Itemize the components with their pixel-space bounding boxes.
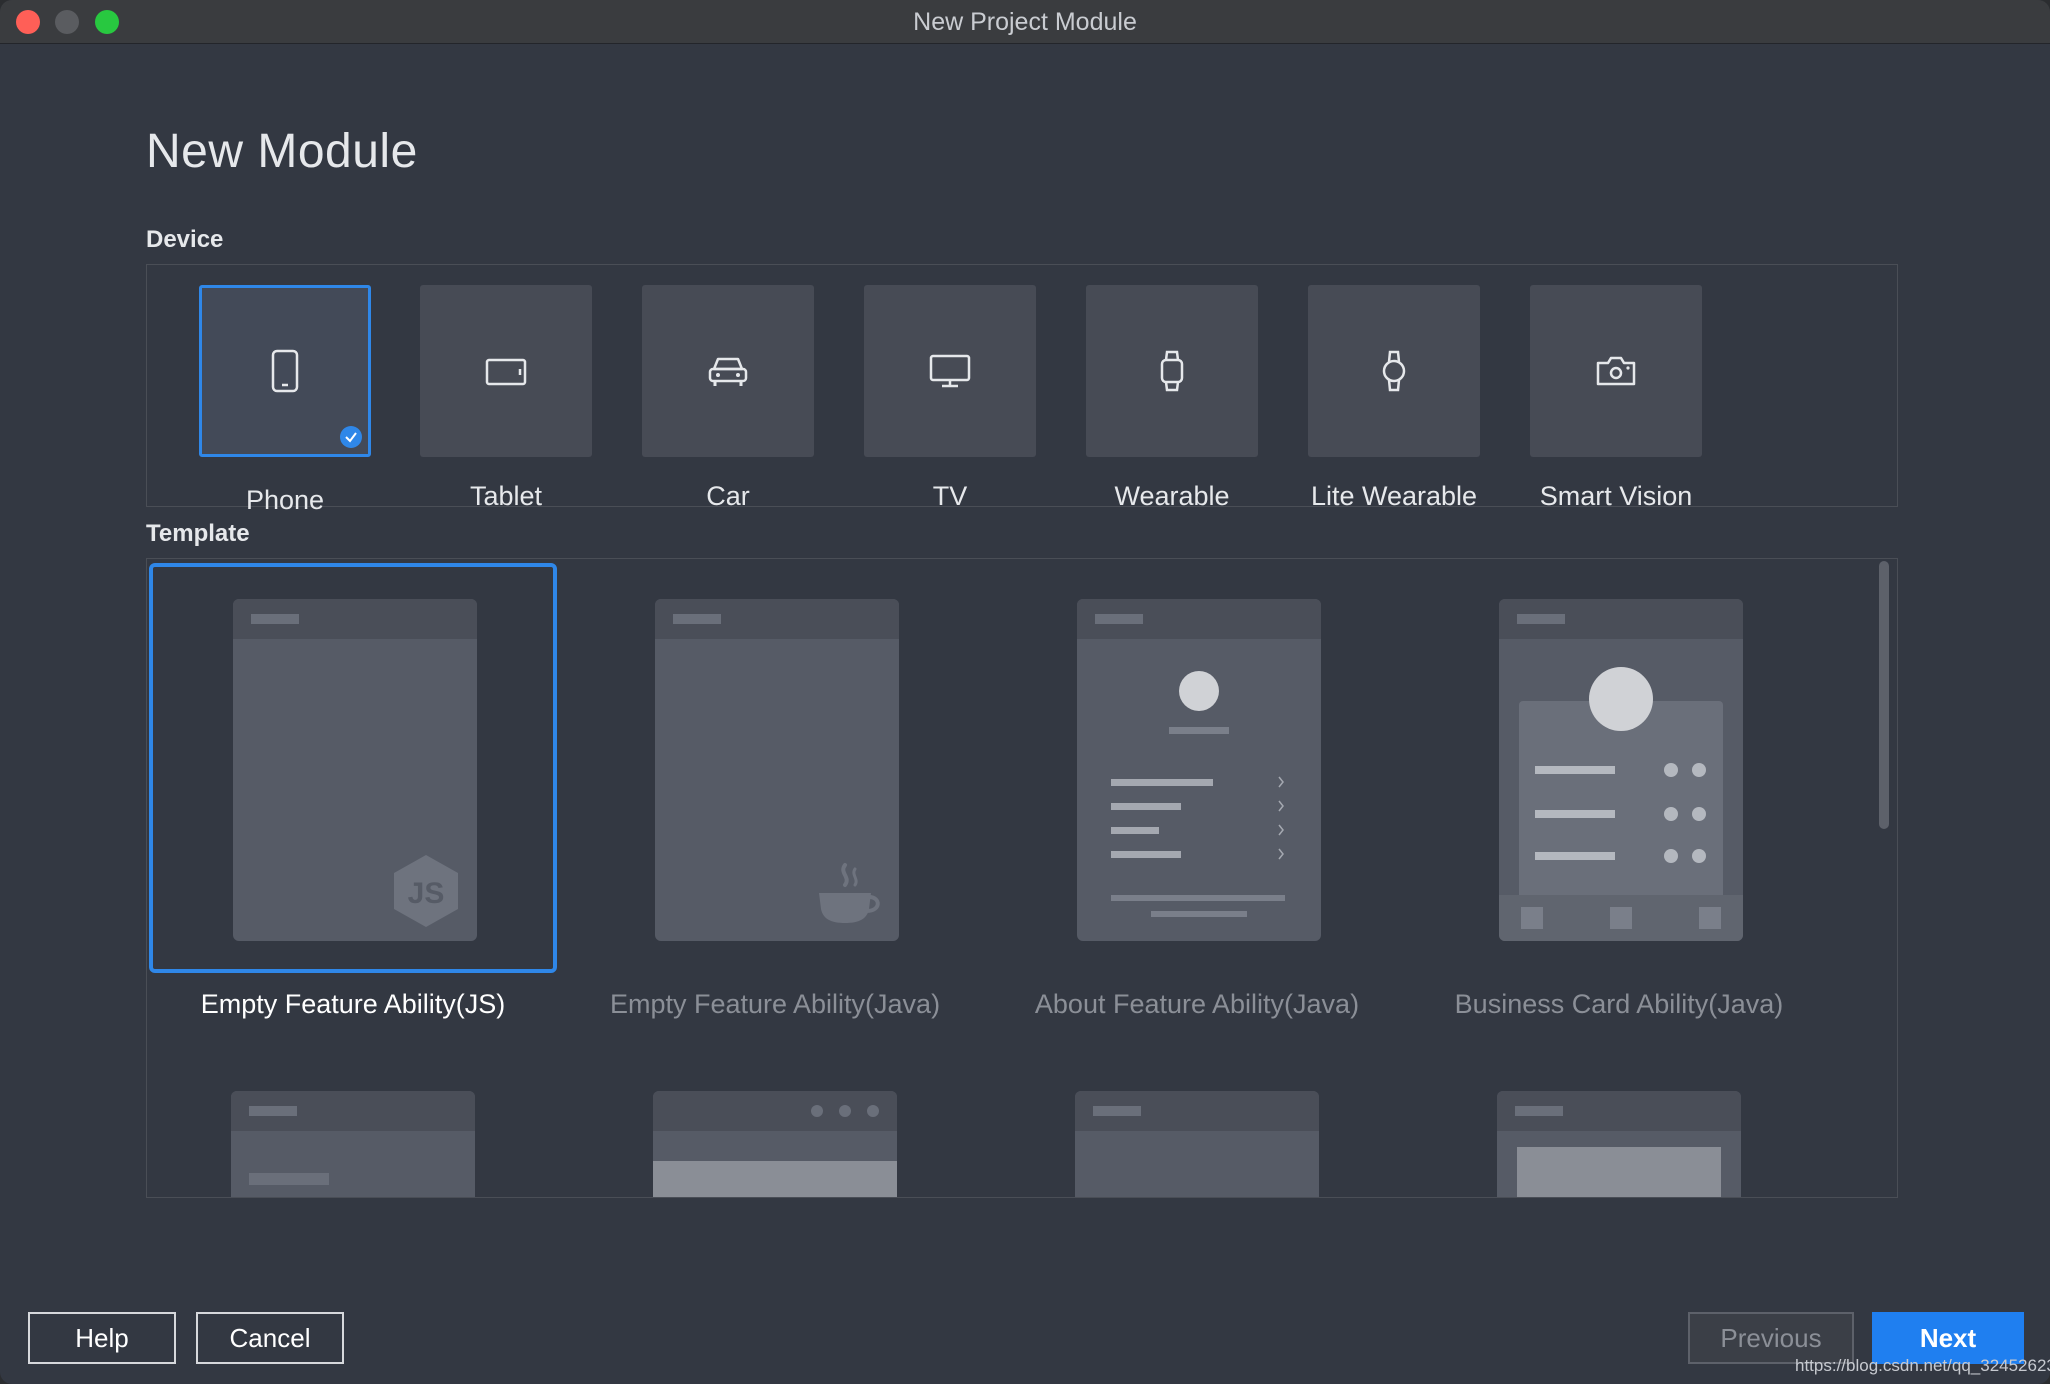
window-title: New Project Module — [913, 8, 1137, 36]
device-label: Tablet — [469, 481, 543, 511]
template-preview — [655, 599, 899, 941]
device-label: TV — [932, 481, 968, 511]
template-label: About Feature Ability(Java) — [1034, 989, 1360, 1019]
template-empty-feature-ability-js[interactable]: JS Empty Feature Ability(JS) — [149, 563, 557, 1019]
template-panel: JS Empty Feature Ability(JS) Empty Featu… — [146, 558, 1898, 1198]
page-title: New Module — [146, 125, 418, 178]
template-about-feature-ability-java[interactable]: About Feature Ability(Java) — [993, 563, 1401, 1019]
template-scrollbar[interactable] — [1879, 561, 1889, 829]
car-icon — [708, 357, 748, 386]
device-smart-vision-tile[interactable] — [1530, 285, 1702, 457]
template-preview: JS — [233, 599, 477, 941]
js-badge-text: JS — [408, 877, 445, 910]
template-row2-item[interactable] — [231, 1091, 475, 1197]
device-section-label: Device — [146, 226, 224, 253]
device-car-tile[interactable] — [642, 285, 814, 457]
tv-icon — [929, 354, 971, 388]
device-label: Phone — [245, 485, 325, 515]
template-preview — [1077, 599, 1321, 941]
device-phone-tile[interactable] — [199, 285, 371, 457]
template-row2-item[interactable] — [1497, 1091, 1741, 1197]
template-empty-feature-ability-java[interactable]: Empty Feature Ability(Java) — [571, 563, 979, 1019]
template-row2-item[interactable] — [653, 1091, 897, 1197]
title-bar: New Project Module — [0, 0, 2050, 44]
device-label: Smart Vision — [1539, 481, 1693, 511]
template-section-label: Template — [146, 520, 250, 547]
tablet-icon — [485, 358, 527, 386]
template-label: Empty Feature Ability(JS) — [200, 989, 506, 1019]
device-label: Lite Wearable — [1310, 481, 1478, 511]
template-business-card-ability-java[interactable]: Business Card Ability(Java) — [1415, 563, 1823, 1019]
device-lite-wearable-tile[interactable] — [1308, 285, 1480, 457]
about-layout-illustration — [1111, 671, 1285, 917]
camera-icon — [1596, 356, 1636, 386]
template-label: Empty Feature Ability(Java) — [609, 989, 941, 1019]
java-cup-icon — [819, 863, 880, 923]
avatar-placeholder — [1179, 671, 1219, 711]
avatar-placeholder — [1589, 667, 1653, 731]
selected-check-icon — [340, 426, 362, 448]
template-label: Business Card Ability(Java) — [1454, 989, 1784, 1019]
phone-icon — [271, 349, 299, 393]
device-panel: Phone Tablet Car TV Wearable Lite Wearab… — [146, 264, 1898, 515]
cancel-button[interactable]: Cancel — [196, 1312, 344, 1364]
template-row2-item[interactable] — [1075, 1091, 1319, 1197]
business-card-illustration — [1499, 667, 1743, 941]
device-tv-tile[interactable] — [864, 285, 1036, 457]
help-button[interactable]: Help — [28, 1312, 176, 1364]
watch-icon — [1160, 350, 1184, 392]
dialog-window: New Project Module New Module Device Pho… — [0, 0, 2050, 1384]
device-label: Car — [706, 481, 750, 511]
watermark-text: https://blog.csdn.net/qq_32452623 — [1795, 1356, 2050, 1375]
round-watch-icon — [1382, 350, 1406, 392]
template-preview — [1499, 599, 1743, 941]
js-badge-icon: JS — [394, 855, 458, 927]
device-wearable-tile[interactable] — [1086, 285, 1258, 457]
device-tablet-tile[interactable] — [420, 285, 592, 457]
device-label: Wearable — [1114, 481, 1230, 511]
